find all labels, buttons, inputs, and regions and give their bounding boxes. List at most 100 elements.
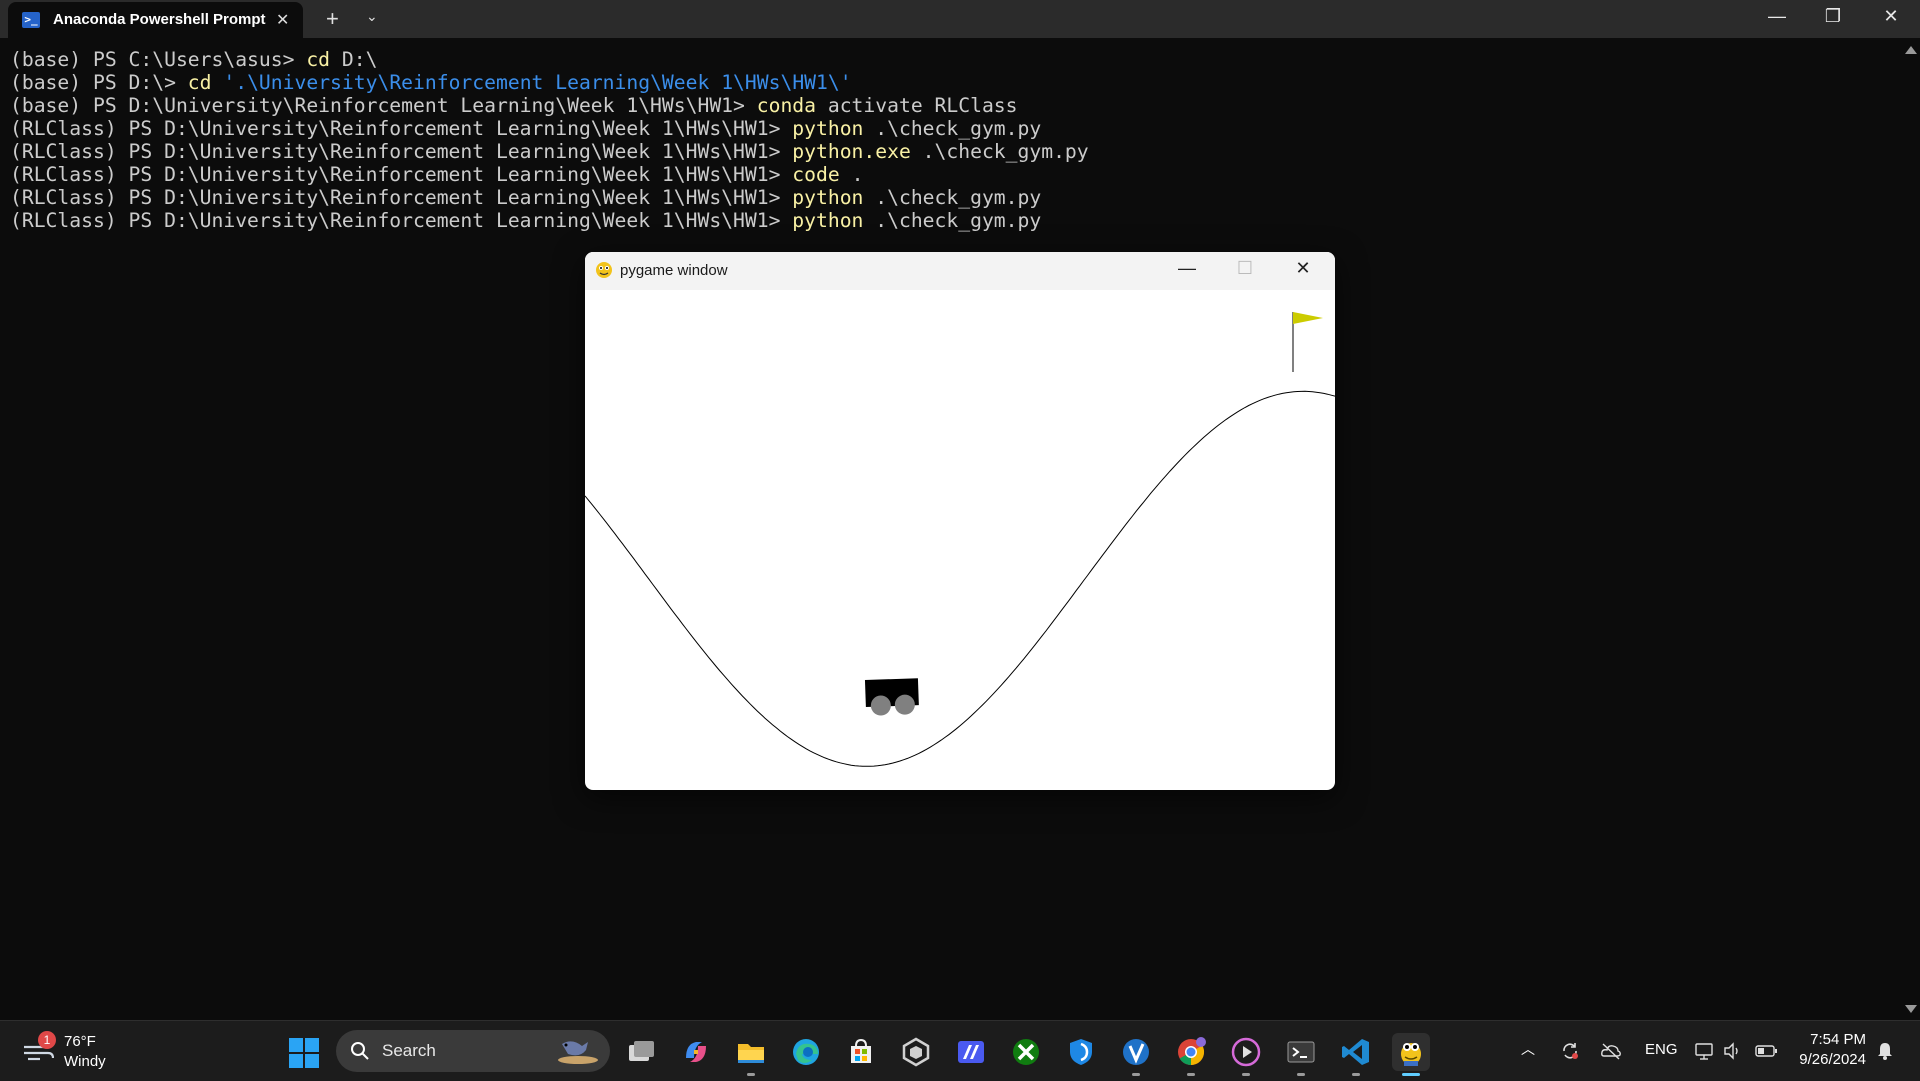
command-text: conda — [756, 94, 816, 117]
v-app-button[interactable] — [1117, 1033, 1155, 1076]
notification-bell-icon[interactable] — [1876, 1041, 1894, 1061]
argument-text: . — [839, 163, 864, 186]
command-text: python — [792, 117, 864, 140]
defender-button[interactable] — [1062, 1033, 1100, 1071]
unity-button[interactable] — [897, 1033, 935, 1071]
copilot-button[interactable] — [677, 1033, 715, 1071]
argument-text: D:\ — [330, 48, 378, 71]
terminal-tab[interactable]: >_ Anaconda Powershell Prompt ✕ — [8, 2, 303, 38]
cursor-app-button[interactable] — [952, 1033, 990, 1071]
command-text: cd — [306, 48, 331, 71]
search-icon — [351, 1042, 369, 1060]
goal-flag — [1292, 312, 1323, 372]
pygame-window[interactable]: pygame window — ☐ ✕ — [585, 252, 1335, 790]
tab-title: Anaconda Powershell Prompt — [53, 11, 266, 28]
tab-dropdown-chevron-icon[interactable]: ⌄ — [366, 8, 378, 25]
input-language[interactable]: ENG — [1645, 1041, 1678, 1058]
defender-icon — [1070, 1039, 1092, 1065]
prompt-text: (RLClass) PS D:\University\Reinforcement… — [10, 163, 793, 186]
running-indicator — [1187, 1073, 1195, 1076]
mountain-car-canvas — [585, 312, 1335, 767]
task-view-icon — [629, 1041, 654, 1061]
windows-start-icon[interactable] — [288, 1037, 320, 1069]
terminal-icon — [1287, 1041, 1315, 1063]
media-player-button[interactable] — [1227, 1033, 1265, 1076]
media-player-icon — [1231, 1037, 1261, 1067]
clock-time[interactable]: 7:54 PM — [1810, 1031, 1866, 1048]
tab-close-icon[interactable]: ✕ — [276, 10, 289, 30]
close-button[interactable]: ✕ — [1871, 6, 1911, 27]
weather-condition: Windy — [64, 1053, 106, 1070]
terminal-scrollbar[interactable] — [1900, 40, 1920, 1020]
argument-text: activate RLClass — [816, 94, 1018, 117]
prompt-text: (RLClass) PS D:\University\Reinforcement… — [10, 186, 793, 209]
weather-widget[interactable]: 1 76°F Windy — [20, 1031, 160, 1075]
scroll-down-arrow-icon[interactable] — [1905, 1005, 1917, 1013]
terminal-output[interactable]: (base) PS C:\Users\asus> cd D:\ (base) PS… — [10, 48, 1089, 232]
pygame-close-button[interactable]: ✕ — [1283, 258, 1323, 279]
volume-icon[interactable] — [1722, 1041, 1742, 1061]
pygame-minimize-button[interactable]: — — [1167, 258, 1207, 279]
terminal-line: (RLClass) PS D:\University\Reinforcement… — [10, 163, 1089, 186]
pygame-snake-icon — [596, 262, 612, 278]
terminal-button[interactable] — [1282, 1033, 1320, 1076]
chrome-button[interactable] — [1172, 1033, 1210, 1076]
running-indicator — [1132, 1073, 1140, 1076]
command-text: cd — [187, 71, 212, 94]
battery-icon[interactable] — [1755, 1042, 1779, 1060]
prompt-text: (RLClass) PS D:\University\Reinforcement… — [10, 209, 793, 232]
string-argument-text: '.\University\Reinforcement Learning\Wee… — [223, 71, 852, 94]
argument-text: .\check_gym.py — [910, 140, 1089, 163]
argument-text: .\check_gym.py — [863, 186, 1042, 209]
pygame-titlebar[interactable]: pygame window — ☐ ✕ — [585, 252, 1335, 290]
prompt-text: (base) PS D:\University\Reinforcement Le… — [10, 94, 757, 117]
unity-icon — [902, 1037, 930, 1067]
clock-date[interactable]: 9/26/2024 — [1790, 1051, 1866, 1068]
edge-icon — [793, 1039, 819, 1065]
powershell-icon: >_ — [22, 12, 40, 28]
network-icon[interactable] — [1694, 1041, 1716, 1061]
argument-text — [212, 71, 224, 94]
file-explorer-button[interactable] — [732, 1033, 770, 1076]
vscode-icon — [1342, 1039, 1369, 1065]
sync-icon[interactable] — [1560, 1041, 1580, 1061]
edge-button[interactable] — [787, 1033, 825, 1071]
running-indicator — [1352, 1073, 1360, 1076]
task-view-button[interactable] — [622, 1033, 660, 1071]
prompt-text: (base) PS C:\Users\asus> — [10, 48, 307, 71]
weather-badge: 1 — [38, 1031, 56, 1049]
taskbar-search-box[interactable]: Search — [336, 1030, 610, 1072]
mountain-curve — [585, 390, 1335, 767]
taskbar: 1 76°F Windy Search ︿ ENG 7:54 PM 9/26/2… — [0, 1020, 1920, 1081]
terminal-line: (RLClass) PS D:\University\Reinforcement… — [10, 209, 1089, 232]
search-highlight-bird-icon — [558, 1041, 598, 1064]
prompt-text: (RLClass) PS D:\University\Reinforcement… — [10, 117, 793, 140]
terminal-line: (base) PS D:\> cd '.\University\Reinforc… — [10, 71, 1089, 94]
terminal-line: (RLClass) PS D:\University\Reinforcement… — [10, 186, 1089, 209]
pygame-maximize-button[interactable]: ☐ — [1225, 258, 1265, 279]
onedrive-offline-icon[interactable] — [1600, 1041, 1622, 1061]
xbox-button[interactable] — [1007, 1033, 1045, 1071]
scroll-up-arrow-icon[interactable] — [1905, 46, 1917, 54]
vscode-button[interactable] — [1337, 1033, 1375, 1076]
pygame-taskbar-button[interactable] — [1392, 1033, 1430, 1076]
xbox-icon — [1013, 1039, 1039, 1065]
prompt-text: (RLClass) PS D:\University\Reinforcement… — [10, 140, 793, 163]
argument-text: .\check_gym.py — [863, 117, 1042, 140]
v-app-icon — [1123, 1039, 1149, 1065]
show-hidden-icons-chevron-icon[interactable]: ︿ — [1521, 1039, 1535, 1059]
terminal-line: (base) PS D:\University\Reinforcement Le… — [10, 94, 1089, 117]
terminal-line: (base) PS C:\Users\asus> cd D:\ — [10, 48, 1089, 71]
restore-button[interactable]: ❐ — [1813, 6, 1853, 27]
terminal-line: (RLClass) PS D:\University\Reinforcement… — [10, 140, 1089, 163]
prompt-text: (base) PS D:\> — [10, 71, 188, 94]
search-label: Search — [382, 1041, 436, 1060]
store-button[interactable] — [842, 1033, 880, 1071]
new-tab-button[interactable]: + — [326, 6, 339, 32]
minimize-button[interactable]: — — [1757, 6, 1797, 27]
active-indicator — [1402, 1073, 1420, 1076]
command-text: python — [792, 186, 864, 209]
terminal-titlebar: >_ Anaconda Powershell Prompt ✕ + ⌄ — ❐ … — [0, 0, 1920, 38]
pygame-window-title: pygame window — [620, 262, 728, 279]
command-text: python.exe — [792, 140, 911, 163]
